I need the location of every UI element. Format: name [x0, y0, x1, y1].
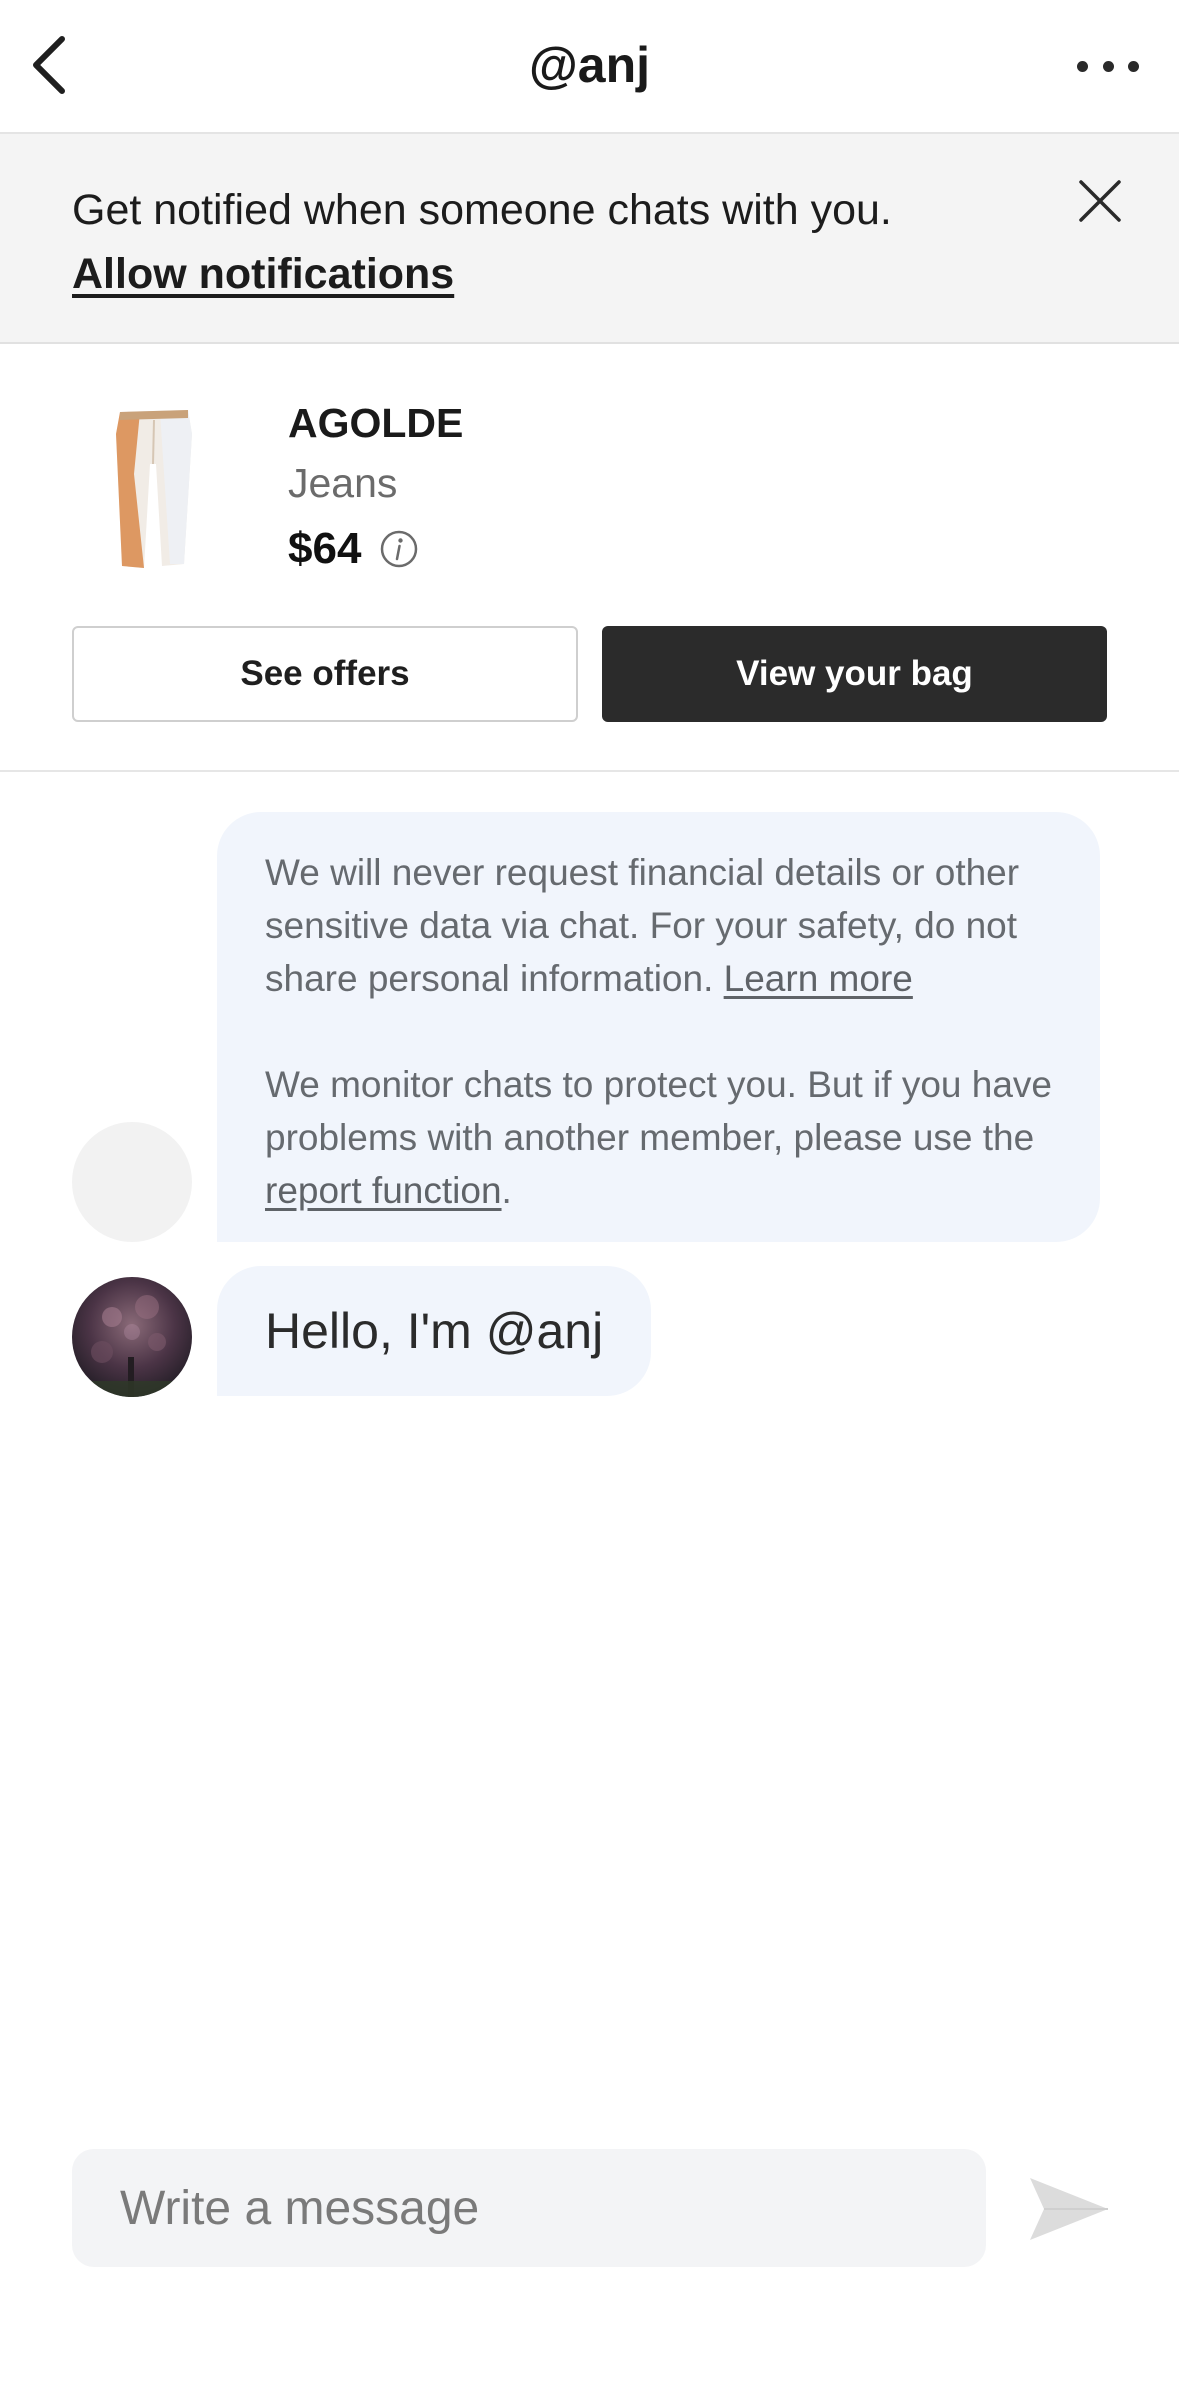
product-price: $64	[288, 524, 362, 573]
page-title: @anj	[529, 37, 650, 93]
product-brand: AGOLDE	[288, 400, 464, 446]
product-category: Jeans	[288, 460, 398, 506]
period-text: .	[501, 1170, 512, 1211]
product-thumbnail[interactable]	[100, 404, 210, 574]
notification-banner: Get notified when someone chats with you…	[0, 134, 1179, 344]
notification-message: Get notified when someone chats with you…	[72, 186, 892, 234]
more-horizontal-icon	[1077, 60, 1088, 72]
avatar-photo	[72, 1277, 192, 1397]
learn-more-link[interactable]: Learn more	[724, 958, 913, 999]
chat-header: @anj	[0, 0, 1179, 134]
close-icon[interactable]	[1073, 174, 1127, 228]
message-input[interactable]	[72, 2149, 986, 2267]
product-card: AGOLDE Jeans $64 See offers View your ba…	[0, 344, 1179, 772]
see-offers-button[interactable]: See offers	[72, 626, 578, 722]
price-row: $64	[288, 524, 419, 574]
monitor-text: We monitor chats to protect you. But if …	[265, 1064, 1052, 1158]
report-function-link[interactable]: report function	[265, 1170, 502, 1211]
safety-paragraph-2: We monitor chats to protect you. But if …	[265, 1058, 1054, 1217]
view-bag-button[interactable]: View your bag	[602, 626, 1107, 722]
more-options-button[interactable]	[1077, 46, 1139, 86]
more-horizontal-icon	[1102, 60, 1114, 72]
allow-notifications-link[interactable]: Allow notifications	[72, 250, 454, 299]
safety-message-bubble: We will never request financial details …	[217, 812, 1100, 1242]
send-icon[interactable]	[1024, 2172, 1112, 2246]
safety-paragraph-1: We will never request financial details …	[265, 846, 1054, 1005]
system-avatar	[72, 1122, 192, 1242]
more-horizontal-icon	[1128, 60, 1139, 72]
greeting-message-bubble: Hello, I'm @anj	[217, 1266, 652, 1396]
info-icon[interactable]	[379, 529, 419, 569]
avatar[interactable]	[72, 1277, 192, 1397]
